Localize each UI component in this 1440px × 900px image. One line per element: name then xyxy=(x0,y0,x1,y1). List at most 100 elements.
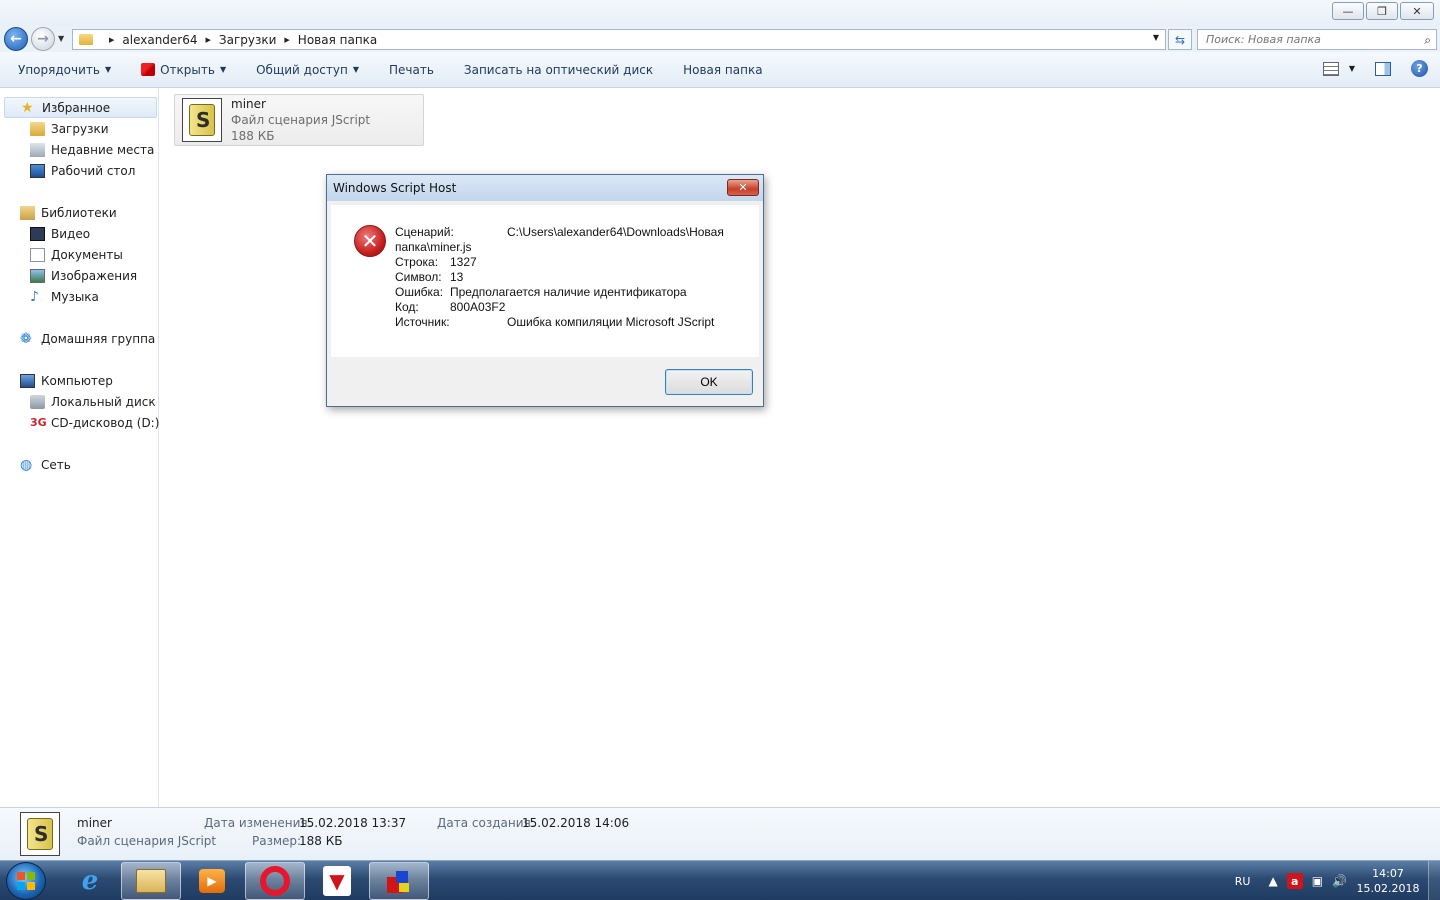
video-library-icon xyxy=(30,226,45,241)
antivirus-tray-icon[interactable]: a xyxy=(1286,873,1303,889)
jscript-file-icon xyxy=(182,98,222,142)
nav-desktop-label: Рабочий стол xyxy=(51,163,136,178)
dialog-title-bar[interactable]: Windows Script Host xyxy=(327,175,763,201)
details-file-name: miner xyxy=(77,816,112,830)
line-value: 1327 xyxy=(450,255,477,269)
error-details: Сценарий: C:\Users\alexander64\Downloads… xyxy=(395,225,735,330)
minimize-icon: — xyxy=(1342,4,1354,18)
change-view-button[interactable]: ▼ xyxy=(1322,61,1355,76)
refresh-icon: ⇆ xyxy=(1174,32,1186,47)
search-box[interactable]: ⌕ xyxy=(1197,29,1437,50)
back-button[interactable]: ← xyxy=(4,27,28,51)
nav-images[interactable]: Изображения xyxy=(30,265,159,286)
nav-documents-label: Документы xyxy=(51,247,123,262)
recent-places-icon xyxy=(30,142,45,157)
nav-music-label: Музыка xyxy=(51,289,99,304)
error-icon: ✕ xyxy=(354,225,386,257)
print-button[interactable]: Печать xyxy=(374,56,449,84)
nav-recent-places[interactable]: Недавние места xyxy=(30,139,159,160)
network-tray-icon[interactable]: ▣ xyxy=(1312,874,1323,888)
taskbar-script-host[interactable] xyxy=(369,862,429,900)
nav-favorites[interactable]: ★ Избранное xyxy=(4,97,157,118)
nav-computer[interactable]: Компьютер xyxy=(20,370,113,391)
show-hidden-icons-icon[interactable]: ▲ xyxy=(1268,874,1277,888)
size-value: 188 КБ xyxy=(299,834,343,848)
cd-drive-icon: 3G xyxy=(30,415,47,429)
open-button[interactable]: Открыть ▼ xyxy=(126,56,241,84)
breadcrumb-downloads[interactable]: Загрузки xyxy=(219,33,277,47)
homegroup-icon: ❁ xyxy=(20,330,32,347)
burn-disc-button[interactable]: Записать на оптический диск xyxy=(449,56,668,84)
help-icon[interactable]: ? xyxy=(1411,60,1428,77)
language-indicator[interactable]: RU xyxy=(1235,875,1251,888)
dialog-body: ✕ Сценарий: C:\Users\alexander64\Downloa… xyxy=(331,205,759,357)
new-folder-button[interactable]: Новая папка xyxy=(668,56,777,84)
nav-video[interactable]: Видео xyxy=(30,223,159,244)
clock[interactable]: 14:07 15.02.2018 xyxy=(1356,866,1420,896)
script-value: C:\Users\alexander64\Downloads\Новая xyxy=(507,225,724,239)
ok-button[interactable]: OK xyxy=(665,369,753,395)
chevron-down-icon: ▼ xyxy=(1348,64,1355,73)
search-input[interactable] xyxy=(1206,33,1406,46)
chevron-right-icon[interactable]: ▶ xyxy=(109,36,114,44)
restore-button[interactable]: ❐ xyxy=(1366,2,1398,20)
nav-video-label: Видео xyxy=(51,226,91,241)
address-dropdown-icon[interactable]: ▼ xyxy=(1153,33,1159,42)
taskbar-antivirus[interactable]: ▼ xyxy=(307,862,367,900)
nav-libraries[interactable]: Библиотеки xyxy=(20,202,117,223)
search-icon[interactable]: ⌕ xyxy=(1424,33,1431,48)
network-icon: ◍ xyxy=(20,456,33,473)
chevron-right-icon[interactable]: ▶ xyxy=(284,36,289,44)
nav-homegroup[interactable]: ❁ Домашняя группа xyxy=(20,328,155,349)
computer-icon xyxy=(20,373,35,388)
system-tray: RU ▲ a ▣ 🔊 14:07 15.02.2018 xyxy=(1235,861,1440,900)
breadcrumb-alexander64[interactable]: alexander64 xyxy=(122,33,197,47)
nav-recent-label: Недавние места xyxy=(51,142,155,157)
taskbar-explorer[interactable] xyxy=(121,862,181,900)
nav-music[interactable]: ♪ Музыка xyxy=(30,286,159,307)
source-row: Источник: Ошибка компиляции Microsoft JS… xyxy=(395,315,735,330)
nav-libraries-label: Библиотеки xyxy=(41,205,117,220)
open-app-icon xyxy=(141,63,156,76)
clock-time: 14:07 xyxy=(1372,867,1404,880)
breadcrumb-new-folder[interactable]: Новая папка xyxy=(298,33,377,47)
taskbar-media-player[interactable]: ▶ xyxy=(182,862,242,900)
created-label: Дата создания: xyxy=(437,816,535,830)
script-error-dialog: Windows Script Host ✕ ✕ Сценарий: C:\Use… xyxy=(326,174,764,407)
refresh-button[interactable]: ⇆ xyxy=(1168,29,1192,50)
forward-arrow-icon: → xyxy=(37,31,49,47)
nav-desktop[interactable]: Рабочий стол xyxy=(30,160,159,181)
nav-local-disk[interactable]: Локальный диск (C xyxy=(30,391,159,412)
nav-cd-drive[interactable]: 3G CD-дисковод (D:) 3( xyxy=(30,412,159,433)
start-button[interactable] xyxy=(6,862,46,900)
taskbar-internet-explorer[interactable]: e xyxy=(60,862,120,900)
show-desktop-button[interactable] xyxy=(1428,861,1440,900)
address-bar[interactable]: ▶ alexander64 ▶ Загрузки ▶ Новая папка ▼ xyxy=(72,29,1166,50)
minimize-button[interactable]: — xyxy=(1332,2,1364,20)
close-button[interactable]: ✕ xyxy=(1400,2,1434,20)
volume-icon[interactable]: 🔊 xyxy=(1332,874,1347,888)
preview-pane-icon[interactable] xyxy=(1375,61,1391,76)
jscript-file-icon xyxy=(20,812,60,856)
taskbar-opera[interactable] xyxy=(245,862,305,900)
organize-button[interactable]: Упорядочить ▼ xyxy=(0,56,126,84)
documents-library-icon xyxy=(30,247,45,262)
nav-cd-drive-label: CD-дисковод (D:) 3( xyxy=(51,415,159,430)
antivirus-shield-icon: ▼ xyxy=(323,866,351,896)
forward-button[interactable]: → xyxy=(31,27,55,51)
file-item-miner[interactable]: miner Файл сценария JScript 188 КБ xyxy=(174,94,424,146)
view-options-icon xyxy=(1322,61,1339,76)
nav-local-disk-label: Локальный диск (C xyxy=(51,394,159,409)
open-label: Открыть xyxy=(160,62,215,77)
downloads-folder-icon xyxy=(30,121,45,136)
chevron-down-icon: ▼ xyxy=(219,65,227,74)
organize-label: Упорядочить xyxy=(18,62,100,77)
nav-documents[interactable]: Документы xyxy=(30,244,159,265)
recent-pages-dropdown[interactable]: ▼ xyxy=(58,34,64,43)
dialog-close-button[interactable]: ✕ xyxy=(727,179,759,196)
share-button[interactable]: Общий доступ ▼ xyxy=(241,56,374,84)
nav-network[interactable]: ◍ Сеть xyxy=(20,454,71,475)
desktop-icon xyxy=(30,163,45,178)
nav-downloads[interactable]: Загрузки xyxy=(30,118,159,139)
chevron-right-icon[interactable]: ▶ xyxy=(206,36,211,44)
